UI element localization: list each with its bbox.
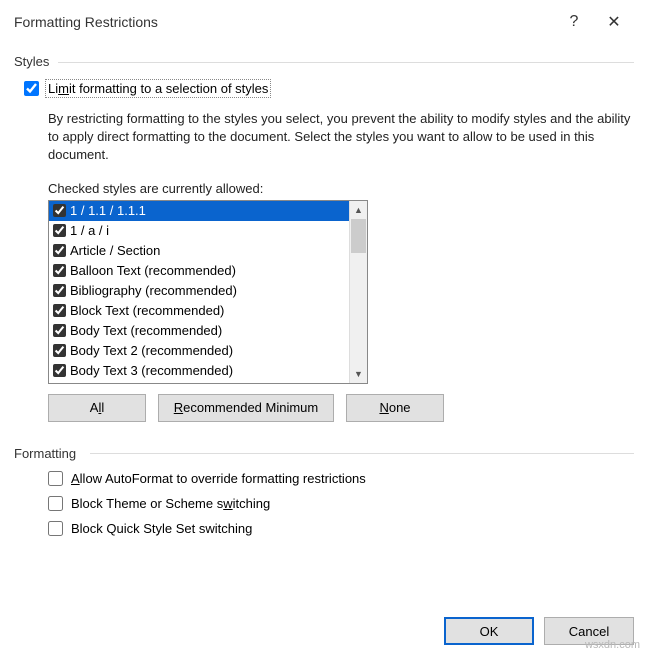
block-theme-checkbox[interactable] <box>48 496 63 511</box>
list-item-label: 1 / 1.1 / 1.1.1 <box>70 203 146 218</box>
list-item-checkbox[interactable] <box>53 204 66 217</box>
block-quick-style-label: Block Quick Style Set switching <box>71 521 252 536</box>
scroll-up-icon[interactable]: ▲ <box>350 201 367 219</box>
block-quick-style-row[interactable]: Block Quick Style Set switching <box>48 521 634 536</box>
scroll-down-icon[interactable]: ▼ <box>350 365 367 383</box>
all-button[interactable]: All <box>48 394 146 422</box>
none-button-label: None <box>379 400 410 415</box>
list-item-label: Body Text 2 (recommended) <box>70 343 233 358</box>
block-quick-style-checkbox[interactable] <box>48 521 63 536</box>
limit-formatting-label: Limit formatting to a selection of style… <box>47 81 269 96</box>
list-item-label: Bibliography (recommended) <box>70 283 237 298</box>
list-item[interactable]: Block Text (recommended) <box>49 301 349 321</box>
list-item-checkbox[interactable] <box>53 364 66 377</box>
list-item-checkbox[interactable] <box>53 244 66 257</box>
list-item-checkbox[interactable] <box>53 304 66 317</box>
scroll-track[interactable] <box>350 219 367 365</box>
none-button[interactable]: None <box>346 394 444 422</box>
limit-formatting-checkbox[interactable] <box>24 81 39 96</box>
cancel-button-label: Cancel <box>569 624 609 639</box>
list-item[interactable]: 1 / a / i <box>49 221 349 241</box>
list-item[interactable]: Body Text 2 (recommended) <box>49 341 349 361</box>
group-label-styles: Styles <box>14 54 634 69</box>
list-label: Checked styles are currently allowed: <box>48 181 634 196</box>
recommended-minimum-label: Recommended Minimum <box>174 400 319 415</box>
list-item-label: Block Text (recommended) <box>70 303 224 318</box>
selection-buttons: All Recommended Minimum None <box>48 394 634 422</box>
list-item[interactable]: Balloon Text (recommended) <box>49 261 349 281</box>
help-button[interactable]: ? <box>554 13 594 31</box>
list-item-checkbox[interactable] <box>53 344 66 357</box>
list-item-label: Balloon Text (recommended) <box>70 263 236 278</box>
allow-autoformat-checkbox[interactable] <box>48 471 63 486</box>
ok-button[interactable]: OK <box>444 617 534 645</box>
ok-button-label: OK <box>480 624 499 639</box>
dialog-content: Styles Limit formatting to a selection o… <box>0 54 648 546</box>
list-item[interactable]: Body Text 3 (recommended) <box>49 361 349 381</box>
list-item-label: Body Text 3 (recommended) <box>70 363 233 378</box>
list-item[interactable]: Bibliography (recommended) <box>49 281 349 301</box>
list-item[interactable]: 1 / 1.1 / 1.1.1 <box>49 201 349 221</box>
titlebar: Formatting Restrictions ? ✕ <box>0 0 648 40</box>
list-item-checkbox[interactable] <box>53 224 66 237</box>
group-label-formatting: Formatting <box>14 446 634 461</box>
list-item-label: Body Text (recommended) <box>70 323 222 338</box>
recommended-minimum-button[interactable]: Recommended Minimum <box>158 394 334 422</box>
all-button-label: All <box>90 400 104 415</box>
scroll-thumb[interactable] <box>351 219 366 253</box>
formatting-options: Allow AutoFormat to override formatting … <box>48 471 634 536</box>
list-item[interactable]: Body Text (recommended) <box>49 321 349 341</box>
list-item-checkbox[interactable] <box>53 264 66 277</box>
allow-autoformat-row[interactable]: Allow AutoFormat to override formatting … <box>48 471 634 486</box>
list-item-label: 1 / a / i <box>70 223 109 238</box>
limit-formatting-checkbox-row[interactable]: Limit formatting to a selection of style… <box>24 81 634 96</box>
watermark: wsxdn.com <box>585 639 640 651</box>
close-button[interactable]: ✕ <box>594 12 634 32</box>
styles-listbox[interactable]: 1 / 1.1 / 1.1.1 1 / a / i Article / Sectio… <box>48 200 368 384</box>
restriction-description: By restricting formatting to the styles … <box>48 110 634 165</box>
block-theme-row[interactable]: Block Theme or Scheme switching <box>48 496 634 511</box>
list-item-label: Article / Section <box>70 243 160 258</box>
scrollbar[interactable]: ▲ ▼ <box>349 201 367 383</box>
allow-autoformat-label: Allow AutoFormat to override formatting … <box>71 471 366 486</box>
window-title: Formatting Restrictions <box>14 14 554 30</box>
list-item[interactable]: Article / Section <box>49 241 349 261</box>
list-item-checkbox[interactable] <box>53 284 66 297</box>
list-item-checkbox[interactable] <box>53 324 66 337</box>
block-theme-label: Block Theme or Scheme switching <box>71 496 270 511</box>
